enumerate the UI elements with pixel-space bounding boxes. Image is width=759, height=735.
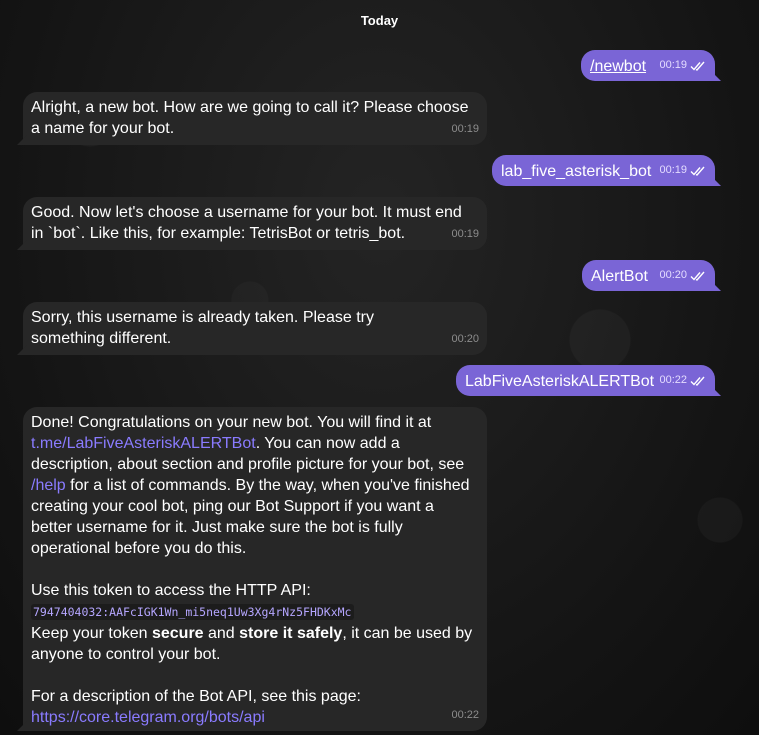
message-time: 00:19 [659,59,687,71]
message-text: LabFiveAsteriskALERTBot [465,373,655,390]
message-time: 00:20 [659,269,687,281]
api-docs-intro: For a description of the Bot API, see th… [31,688,361,705]
double-check-icon [690,376,705,386]
message-time: 00:22 [451,709,479,721]
message-time: 00:20 [451,333,479,345]
message-text: Sorry, this username is already taken. P… [31,309,374,347]
message-text: Alright, a new bot. How are we going to … [31,99,469,137]
message-meta: 00:19 [659,55,707,76]
message-text[interactable]: /newbot [590,58,646,75]
outgoing-message: AlertBot 00:20 [582,260,715,291]
text-fragment: Done! Congratulations on your new bot. Y… [31,414,432,431]
text-fragment: and [203,625,240,642]
api-docs-link[interactable]: https://core.telegram.org/bots/api [31,709,265,726]
message-time: 00:22 [659,374,687,386]
message-meta: 00:22 [659,370,707,391]
incoming-message: Good. Now let's choose a username for yo… [23,197,487,250]
message-text: AlertBot [591,268,648,285]
double-check-icon [690,166,705,176]
outgoing-message[interactable]: /newbot 00:19 [581,50,715,81]
api-token[interactable]: 7947404032:AAFcIGK1Wn_mi5neq1Uw3Xg4rNz5F… [31,604,354,620]
double-check-icon [690,271,705,281]
outgoing-message: lab_five_asterisk_bot 00:19 [492,155,715,186]
bold-secure: secure [151,625,204,642]
incoming-message: Sorry, this username is already taken. P… [23,302,487,355]
outgoing-message: LabFiveAsteriskALERTBot 00:22 [456,365,715,396]
double-check-icon [690,61,705,71]
bold-store-safely: store it safely [239,625,343,642]
message-text: Good. Now let's choose a username for yo… [31,204,462,242]
message-time: 00:19 [451,228,479,240]
message-text: lab_five_asterisk_bot [501,163,652,180]
text-fragment: Keep your token [31,625,152,642]
text-fragment: for a list of commands. By the way, when… [31,477,470,557]
incoming-message: Done! Congratulations on your new bot. Y… [23,407,487,731]
message-time: 00:19 [659,164,687,176]
date-separator: Today [360,13,399,28]
message-text: Done! Congratulations on your new bot. Y… [31,412,478,728]
help-command-link[interactable]: /help [31,477,66,494]
message-time: 00:19 [451,123,479,135]
message-meta: 00:19 [659,160,707,181]
incoming-message: Alright, a new bot. How are we going to … [23,92,487,145]
bot-link[interactable]: t.me/LabFiveAsteriskALERTBot [31,435,256,452]
message-meta: 00:20 [659,265,707,286]
token-intro: Use this token to access the HTTP API: [31,582,311,599]
